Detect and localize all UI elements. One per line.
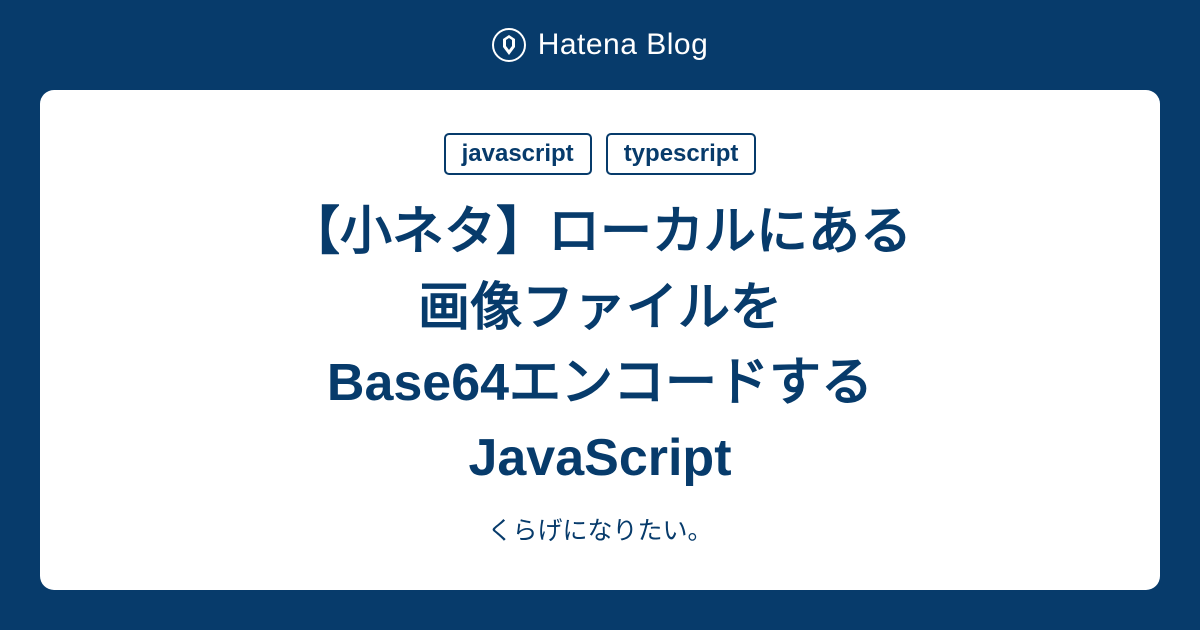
header: Hatena Blog (0, 0, 1200, 90)
tag-typescript[interactable]: typescript (606, 133, 757, 175)
tag-list: javascript typescript (444, 133, 757, 175)
brand-name: Hatena Blog (538, 28, 709, 62)
article-card: javascript typescript 【小ネタ】ローカルにある画像ファイル… (40, 90, 1160, 590)
blog-name: くらげになりたい。 (487, 511, 712, 547)
article-title: 【小ネタ】ローカルにある画像ファイルをBase64エンコードするJavaScri… (288, 195, 912, 497)
tag-javascript[interactable]: javascript (444, 133, 592, 175)
hatena-logo-icon (492, 28, 526, 62)
